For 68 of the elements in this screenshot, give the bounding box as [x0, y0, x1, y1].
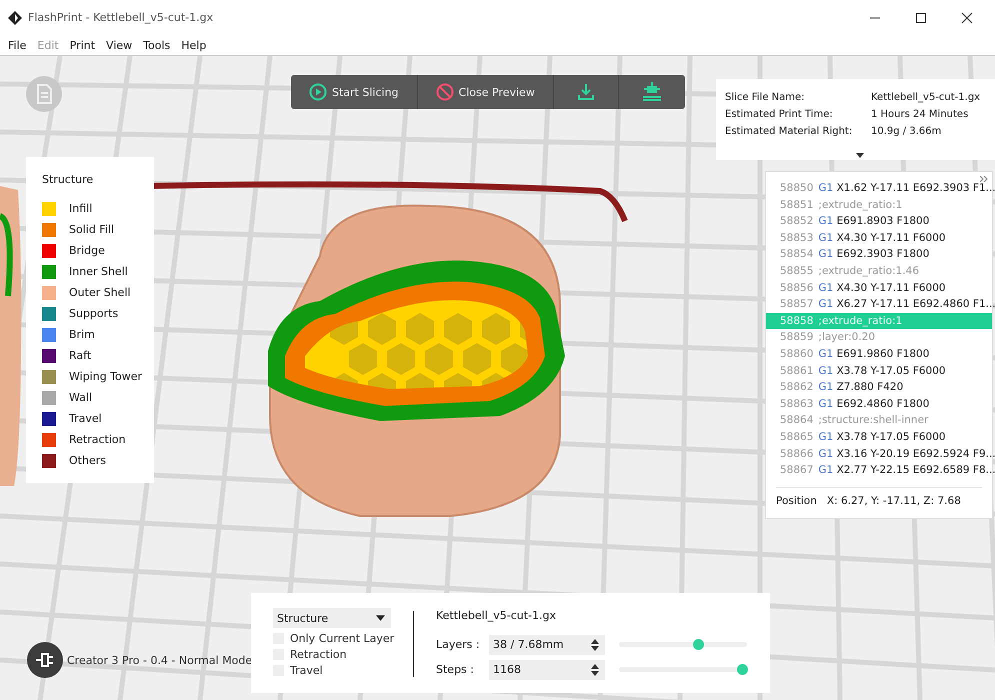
- legend-label: Bridge: [69, 244, 105, 257]
- file-name: Kettlebell_v5-cut-1.gx: [436, 609, 558, 622]
- legend-title: Structure: [42, 173, 94, 186]
- menu-item[interactable]: File: [8, 38, 26, 52]
- legend-label: Outer Shell: [69, 286, 131, 299]
- close-preview-button[interactable]: Close Preview: [418, 75, 554, 109]
- info-value: Kettlebell_v5-cut-1.gx: [871, 91, 980, 105]
- spin-label: Steps :: [436, 663, 475, 676]
- menu-item[interactable]: Print: [70, 38, 96, 52]
- option-checkbox[interactable]: Only Current Layer: [273, 631, 413, 646]
- legend-label: Retraction: [69, 433, 126, 446]
- legend-label: Raft: [69, 349, 92, 362]
- spinner-arrows-icon[interactable]: [591, 664, 599, 676]
- gcode-line[interactable]: 58860 G1 E691.9860 F1800: [766, 346, 992, 363]
- structure-dropdown[interactable]: Structure: [273, 608, 391, 628]
- caret-icon: [376, 615, 385, 621]
- maximize-icon[interactable]: [915, 12, 927, 24]
- menu-item[interactable]: Help: [181, 38, 206, 52]
- gcode-line[interactable]: 58853 G1 X4.30 Y-17.11 F6000: [766, 230, 992, 246]
- option-checkbox[interactable]: Retraction: [273, 647, 413, 662]
- start-slicing-button[interactable]: Start Slicing: [291, 75, 418, 109]
- info-label: Estimated Print Time:: [725, 108, 834, 122]
- legend-label: Inner Shell: [69, 265, 128, 278]
- download-icon: [576, 82, 596, 102]
- legend-label: Wall: [69, 391, 92, 404]
- info-value: 1 Hours 24 Minutes: [871, 108, 968, 122]
- slider[interactable]: [619, 667, 747, 672]
- spin-label: Layers :: [436, 638, 481, 651]
- prohibited-icon: [436, 83, 454, 101]
- gcode-line[interactable]: 58854 G1 E692.3903 F1800: [766, 246, 992, 263]
- position-label: Position: [776, 494, 817, 507]
- info-label: Estimated Material Right:: [725, 125, 854, 139]
- gcode-line[interactable]: 58866 G1 X3.16 Y-20.19 E692.5924 F9...: [766, 446, 992, 462]
- gcode-line[interactable]: 58850 G1 X1.62 Y-17.11 E692.3903 F1...: [766, 180, 992, 197]
- printer-profile-label: Creator 3 Pro - 0.4 - Normal Mode: [67, 654, 252, 666]
- slider[interactable]: [619, 642, 747, 647]
- spinner-arrows-icon[interactable]: [591, 638, 599, 650]
- info-value: 10.9g / 3.66m: [871, 125, 942, 139]
- printer-connect-icon[interactable]: [27, 642, 63, 678]
- spin-field[interactable]: 1168: [489, 660, 605, 680]
- spin-field[interactable]: 38 / 7.68mm: [489, 634, 605, 654]
- legend-label: Supports: [69, 307, 118, 320]
- position-value: X: 6.27, Y: -17.11, Z: 7.68: [826, 494, 961, 507]
- legend-label: Wiping Tower: [69, 370, 142, 383]
- app-logo-icon: [8, 10, 22, 24]
- gcode-line[interactable]: 58863 G1 E692.4860 F1800: [766, 396, 992, 412]
- legend-label: Travel: [69, 412, 102, 425]
- info-label: Slice File Name:: [725, 91, 806, 105]
- option-checkbox[interactable]: Travel: [273, 663, 413, 678]
- menu-item[interactable]: Tools: [143, 38, 170, 52]
- gcode-line[interactable]: 58862 G1 Z7.880 F420: [766, 379, 992, 396]
- close-icon[interactable]: [961, 12, 973, 24]
- collapse-icon[interactable]: [980, 176, 988, 182]
- gcode-line[interactable]: 58856 G1 X4.30 Y-17.11 F6000: [766, 280, 992, 296]
- gcode-line[interactable]: 58865 G1 X3.78 Y-17.05 F6000: [766, 428, 992, 446]
- menu-item[interactable]: View: [106, 38, 132, 52]
- gcode-line[interactable]: 58857 G1 X6.27 Y-17.11 E692.4860 F1...: [766, 296, 992, 313]
- legend-label: Solid Fill: [69, 223, 114, 236]
- legend-label: Brim: [69, 328, 95, 341]
- gcode-line[interactable]: 58867 G1 X2.77 Y-22.15 E692.6589 F8...: [766, 462, 992, 479]
- gcode-line[interactable]: 58852 G1 E691.8903 F1800: [766, 213, 992, 230]
- legend-label: Others: [69, 454, 106, 467]
- caret-icon[interactable]: [856, 153, 864, 158]
- gcode-line[interactable]: 58861 G1 X3.78 Y-17.05 F6000: [766, 362, 992, 380]
- window-title: FlashPrint - Kettlebell_v5-cut-1.gx: [28, 11, 214, 24]
- play-icon: [309, 83, 327, 101]
- printer-icon: [640, 81, 663, 103]
- legend-label: Infill: [69, 202, 92, 215]
